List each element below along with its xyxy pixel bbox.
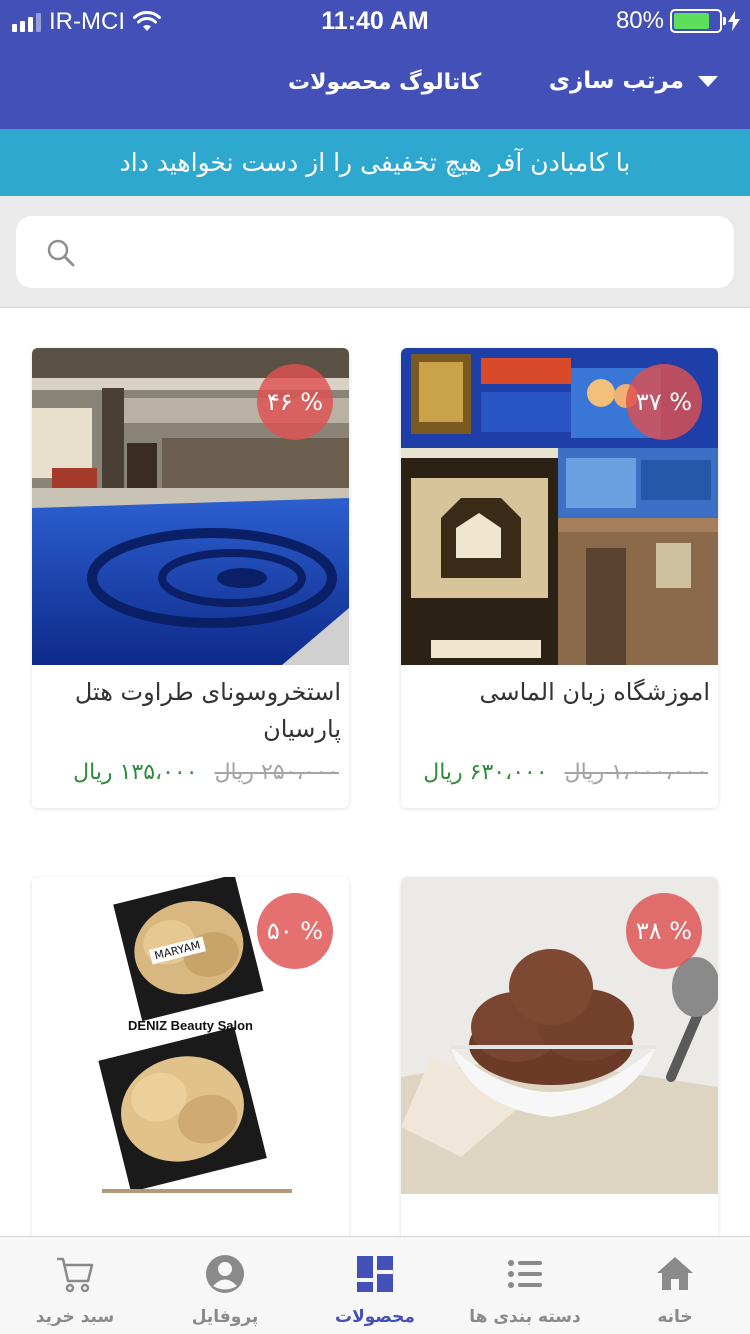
price-row: ۲۵۰،۰۰۰ ریال ۱۳۵،۰۰۰ ریال (73, 760, 339, 785)
product-image: % ۳۸ (401, 877, 718, 1194)
search-input[interactable] (86, 216, 716, 288)
chevron-down-icon (698, 75, 718, 87)
tab-home[interactable]: خانه (600, 1237, 750, 1334)
product-title: استخروسونای طراوت هتل پارسیان (74, 678, 341, 743)
price-row: ۱،۰۰۰،۰۰۰ ریال ۶۳۰،۰۰۰ ریال (423, 760, 708, 785)
status-right: 80% (616, 7, 740, 35)
tab-label: محصولات (335, 1307, 415, 1327)
page-title: کاتالوگ محصولات (288, 70, 482, 95)
promo-banner: با کامبادن آفر هیچ تخفیفی را از دست نخوا… (0, 129, 750, 196)
tab-label: دسته بندی ها (469, 1307, 581, 1327)
profile-icon (206, 1255, 244, 1293)
grid-icon (357, 1256, 393, 1292)
product-card[interactable]: MARYAM DENIZ Beauty Salon % ۵۰ (32, 877, 349, 1277)
product-image: % ۴۶ (32, 348, 349, 665)
product-image: % ۳۷ (401, 348, 718, 665)
discount-badge: % ۵۰ (257, 893, 333, 969)
tab-profile[interactable]: پروفایل (150, 1237, 300, 1334)
home-icon (657, 1257, 693, 1290)
list-icon (508, 1260, 542, 1288)
product-card[interactable]: % ۳۷ اموزشگاه زبان الماسی ۱،۰۰۰،۰۰۰ ریال… (401, 348, 718, 808)
discount-badge: % ۴۶ (257, 364, 333, 440)
status-bar: IR-MCI 11:40 AM 80% (0, 0, 750, 42)
tab-label: خانه (657, 1307, 693, 1327)
product-image: MARYAM DENIZ Beauty Salon % ۵۰ (32, 877, 349, 1194)
tab-categories[interactable]: دسته بندی ها (450, 1237, 600, 1334)
product-title: اموزشگاه زبان الماسی (479, 678, 710, 706)
navigation-header: کاتالوگ محصولات مرتب سازی (0, 42, 750, 129)
new-price: ۶۳۰،۰۰۰ ریال (423, 760, 548, 785)
battery-icon (670, 9, 726, 33)
sort-button[interactable]: مرتب سازی (549, 68, 718, 94)
search-area (0, 196, 750, 308)
cart-icon (57, 1257, 94, 1293)
product-card[interactable]: % ۳۸ (401, 877, 718, 1277)
discount-badge: % ۳۸ (626, 893, 702, 969)
old-price: ۱،۰۰۰،۰۰۰ ریال (564, 760, 708, 785)
search-box[interactable] (16, 216, 734, 288)
bottom-tab-bar: خانه دسته بندی ها محصولات پروفایل سبد خر… (0, 1236, 750, 1334)
image-caption: DENIZ Beauty Salon (128, 1018, 253, 1033)
discount-badge: % ۳۷ (626, 364, 702, 440)
tab-label: پروفایل (191, 1307, 259, 1327)
tab-cart[interactable]: سبد خرید (0, 1237, 150, 1334)
new-price: ۱۳۵،۰۰۰ ریال (73, 760, 198, 785)
tab-products[interactable]: محصولات (300, 1237, 450, 1334)
product-card[interactable]: % ۴۶ استخروسونای طراوت هتل پارسیان ۲۵۰،۰… (32, 348, 349, 808)
charging-icon (728, 11, 740, 31)
tab-label: سبد خرید (35, 1307, 115, 1327)
old-price: ۲۵۰،۰۰۰ ریال (214, 760, 339, 785)
sort-label: مرتب سازی (548, 68, 684, 94)
battery-percent: 80% (615, 7, 664, 34)
search-icon (47, 239, 75, 267)
